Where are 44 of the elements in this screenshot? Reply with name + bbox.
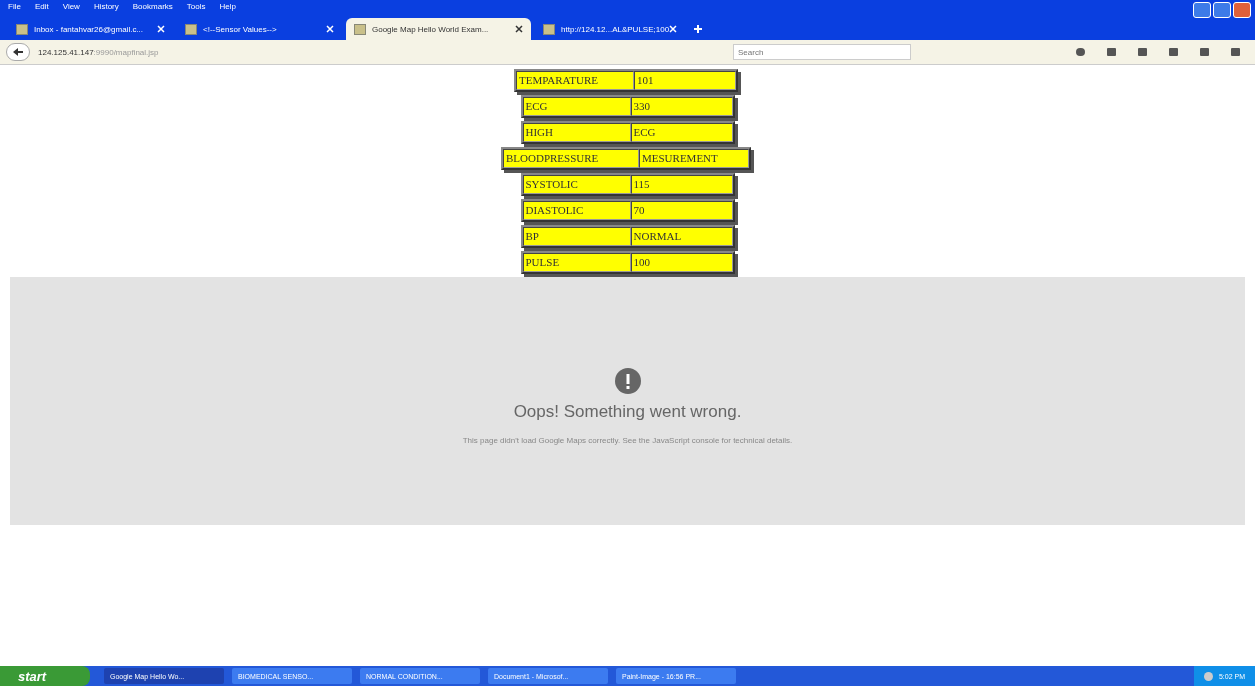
table-cell: HIGH (522, 123, 631, 142)
new-tab-icon[interactable] (693, 24, 703, 34)
table-cell: ECG (522, 97, 631, 116)
minimize-button[interactable] (1193, 2, 1211, 18)
menu-item[interactable]: View (62, 1, 80, 11)
menu-item[interactable]: Edit (34, 1, 49, 11)
search-field[interactable]: Search (733, 44, 911, 60)
table-cell: ECG (630, 123, 733, 142)
table-cell: DIASTOLIC (522, 201, 631, 220)
browser-tab[interactable]: http://124.12...AL&PULSE;100 (535, 18, 685, 40)
table-cell: BLOODPRESSURE (503, 149, 639, 168)
back-button[interactable] (6, 43, 30, 61)
table-cell: 101 (634, 71, 736, 90)
close-button[interactable] (1233, 2, 1251, 18)
maximize-button[interactable] (1213, 2, 1231, 18)
table-cell: 70 (630, 201, 733, 220)
page-icon (354, 23, 366, 35)
menu-item[interactable]: File (8, 1, 21, 11)
error-title: Oops! Something went wrong. (513, 401, 742, 422)
address-bar[interactable]: 124.125.41.147:9990/mapfinal.jsp (38, 47, 725, 57)
browser-tab[interactable]: <!--Sensor Values--> (177, 18, 342, 40)
start-button[interactable]: start (0, 666, 90, 686)
table-cell: 115 (630, 175, 733, 194)
error-detail: This page didn't load Google Maps correctly. See the JavaScript console for technical details. (462, 435, 793, 445)
table-cell: NORMAL (630, 227, 733, 246)
menu-item[interactable]: History (93, 1, 119, 11)
table-cell: SYSTOLIC (522, 175, 631, 194)
table-cell: 100 (630, 253, 733, 272)
exclamation-icon (614, 367, 641, 394)
page-icon (185, 23, 197, 35)
back-arrow-icon (12, 47, 24, 57)
menu-item[interactable]: Bookmarks (132, 1, 173, 11)
browser-tab[interactable]: Google Map Hello World Exam... (346, 18, 531, 40)
table-cell: MESUREMENT (639, 149, 749, 168)
close-icon[interactable] (515, 25, 523, 33)
table-cell: TEMPARATURE (516, 71, 634, 90)
menu-item[interactable]: Help (219, 1, 236, 11)
browser-tab[interactable]: Inbox - fantahvar26@gmail.c... (8, 18, 173, 40)
table-cell: PULSE (522, 253, 631, 272)
page-icon (16, 23, 28, 35)
menu-item[interactable]: Tools (186, 1, 206, 11)
table-cell: BP (522, 227, 631, 246)
page-icon (543, 23, 555, 35)
table-cell: 330 (630, 97, 733, 116)
